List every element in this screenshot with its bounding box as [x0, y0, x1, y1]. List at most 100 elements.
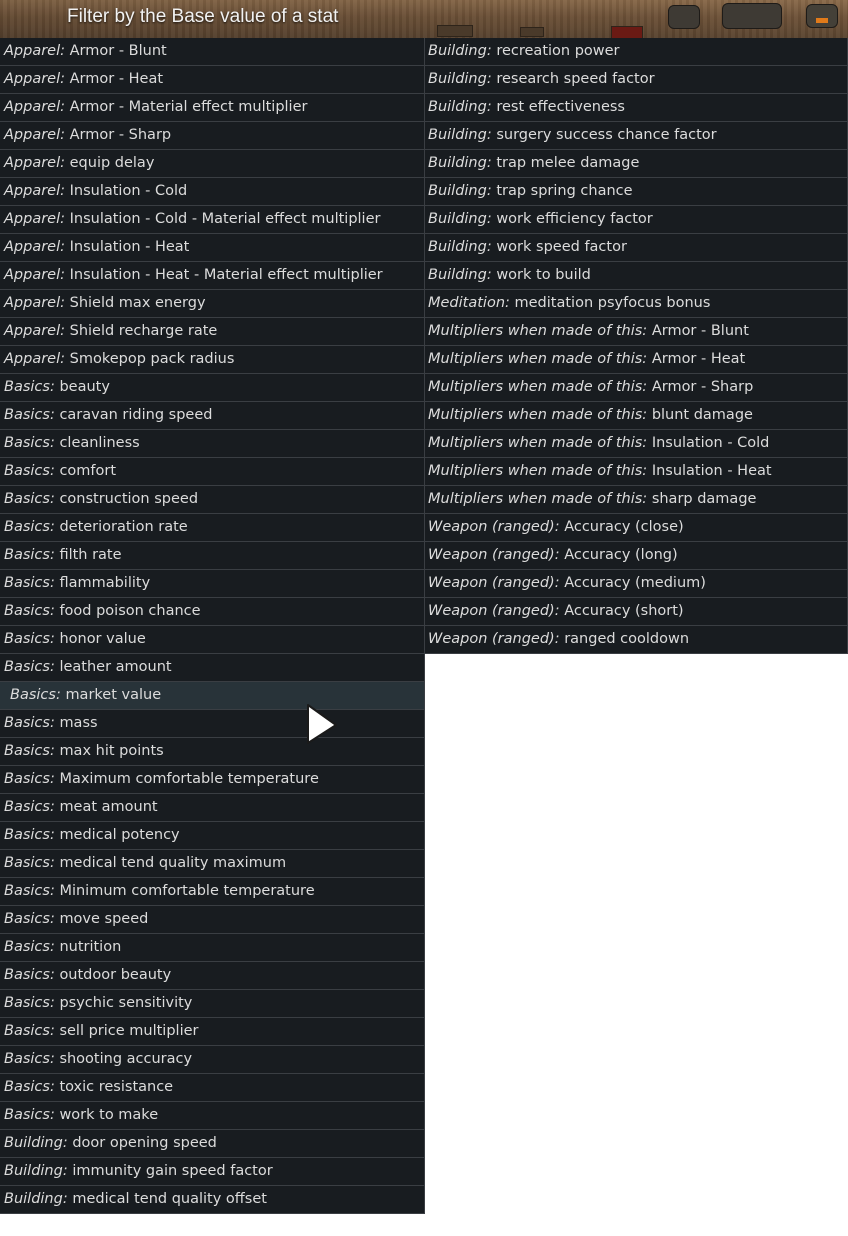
stat-option[interactable]: Multipliers when made of this: blunt dam…	[425, 402, 848, 430]
stat-option[interactable]: Apparel: Shield max energy	[0, 290, 425, 318]
stat-option[interactable]: Basics: deterioration rate	[0, 514, 425, 542]
stat-option[interactable]: Basics: sell price multiplier	[0, 1018, 425, 1046]
stat-option[interactable]: Basics: construction speed	[0, 486, 425, 514]
stat-name: toxic resistance	[59, 1079, 174, 1095]
stat-option[interactable]: Multipliers when made of this: Armor - B…	[425, 318, 848, 346]
stat-option[interactable]: Building: work speed factor	[425, 234, 848, 262]
stat-option[interactable]: Basics: cleanliness	[0, 430, 425, 458]
stat-option[interactable]: Basics: medical tend quality maximum	[0, 850, 425, 878]
stat-option[interactable]: Basics: Minimum comfortable temperature	[0, 878, 425, 906]
stat-option[interactable]: Multipliers when made of this: Insulatio…	[425, 430, 848, 458]
stat-option[interactable]: Basics: medical potency	[0, 822, 425, 850]
stat-category: Building:	[428, 71, 492, 87]
stat-category: Meditation:	[428, 295, 510, 311]
stat-option[interactable]: Apparel: Insulation - Cold - Material ef…	[0, 206, 425, 234]
stat-option[interactable]: Basics: comfort	[0, 458, 425, 486]
stat-option[interactable]: Basics: nutrition	[0, 934, 425, 962]
stat-option[interactable]: Weapon (ranged): ranged cooldown	[425, 626, 848, 654]
colonist-icon[interactable]	[668, 5, 700, 29]
stat-option[interactable]: Basics: work to make	[0, 1102, 425, 1130]
stat-option[interactable]: Building: trap spring chance	[425, 178, 848, 206]
stat-name: construction speed	[59, 491, 199, 507]
stat-option[interactable]: Basics: caravan riding speed	[0, 402, 425, 430]
stat-option[interactable]: Apparel: Smokepop pack radius	[0, 346, 425, 374]
stat-option[interactable]: Basics: flammability	[0, 570, 425, 598]
stat-name: Insulation - Heat	[651, 463, 772, 479]
stat-option[interactable]: Basics: leather amount	[0, 654, 425, 682]
building-sprite	[611, 26, 643, 38]
stat-option[interactable]: Basics: outdoor beauty	[0, 962, 425, 990]
stat-option[interactable]: Basics: Maximum comfortable temperature	[0, 766, 425, 794]
stat-option[interactable]: Building: work efficiency factor	[425, 206, 848, 234]
stat-option[interactable]: Weapon (ranged): Accuracy (medium)	[425, 570, 848, 598]
stat-name: medical potency	[59, 827, 180, 843]
stat-name: move speed	[59, 911, 149, 927]
stat-option[interactable]: Multipliers when made of this: Insulatio…	[425, 458, 848, 486]
stat-option[interactable]: Apparel: Insulation - Heat - Material ef…	[0, 262, 425, 290]
stat-name: leather amount	[59, 659, 172, 675]
stat-category: Building:	[428, 183, 492, 199]
stat-option[interactable]: Building: work to build	[425, 262, 848, 290]
stat-name: mass	[59, 715, 98, 731]
stat-option[interactable]: Apparel: Shield recharge rate	[0, 318, 425, 346]
stat-category: Basics:	[4, 827, 55, 843]
stat-option[interactable]: Multipliers when made of this: Armor - S…	[425, 374, 848, 402]
stat-option[interactable]: Weapon (ranged): Accuracy (long)	[425, 542, 848, 570]
stat-option[interactable]: Basics: max hit points	[0, 738, 425, 766]
stat-category: Multipliers when made of this:	[428, 407, 648, 423]
stat-option[interactable]: Building: recreation power	[425, 38, 848, 66]
stat-list-left: Apparel: Armor - Blunt Apparel: Armor - H…	[0, 38, 425, 1214]
colony-icon[interactable]	[806, 4, 838, 28]
stat-name: Smokepop pack radius	[69, 351, 235, 367]
stat-option[interactable]: Weapon (ranged): Accuracy (close)	[425, 514, 848, 542]
stat-category: Apparel:	[4, 155, 66, 171]
stat-option[interactable]: Basics: filth rate	[0, 542, 425, 570]
stat-option[interactable]: Weapon (ranged): Accuracy (short)	[425, 598, 848, 626]
stat-name: equip delay	[69, 155, 155, 171]
stat-option[interactable]: Apparel: Insulation - Heat	[0, 234, 425, 262]
stat-option[interactable]: Building: trap melee damage	[425, 150, 848, 178]
stat-category: Weapon (ranged):	[428, 603, 560, 619]
stat-name: outdoor beauty	[59, 967, 172, 983]
stat-category: Apparel:	[4, 71, 66, 87]
stat-name: comfort	[59, 463, 117, 479]
stat-category: Basics:	[4, 995, 55, 1011]
stat-option[interactable]: Building: rest effectiveness	[425, 94, 848, 122]
stat-option[interactable]: Building: immunity gain speed factor	[0, 1158, 425, 1186]
stat-option[interactable]: Apparel: Armor - Sharp	[0, 122, 425, 150]
stat-option[interactable]: Apparel: Armor - Heat	[0, 66, 425, 94]
stat-option[interactable]: Basics: psychic sensitivity	[0, 990, 425, 1018]
bed-icon[interactable]	[722, 3, 782, 29]
stat-category: Apparel:	[4, 351, 66, 367]
stat-option[interactable]: Basics: mass	[0, 710, 425, 738]
stat-category: Weapon (ranged):	[428, 519, 560, 535]
stat-option[interactable]: Basics: market value	[0, 682, 425, 710]
stat-option[interactable]: Basics: move speed	[0, 906, 425, 934]
stat-name: Armor - Blunt	[69, 43, 167, 59]
stat-category: Building:	[428, 43, 492, 59]
stat-option[interactable]: Building: research speed factor	[425, 66, 848, 94]
stat-option[interactable]: Building: surgery success chance factor	[425, 122, 848, 150]
stat-category: Multipliers when made of this:	[428, 435, 648, 451]
stat-category: Basics:	[4, 883, 55, 899]
stat-category: Apparel:	[4, 127, 66, 143]
stat-option[interactable]: Multipliers when made of this: Armor - H…	[425, 346, 848, 374]
stat-option[interactable]: Apparel: Armor - Material effect multipl…	[0, 94, 425, 122]
stat-option[interactable]: Multipliers when made of this: sharp dam…	[425, 486, 848, 514]
stat-list-right: Building: recreation power Building: rese…	[425, 38, 848, 654]
stat-option[interactable]: Apparel: equip delay	[0, 150, 425, 178]
stat-option[interactable]: Apparel: Armor - Blunt	[0, 38, 425, 66]
stat-name: Armor - Sharp	[69, 127, 172, 143]
stat-option[interactable]: Meditation: meditation psyfocus bonus	[425, 290, 848, 318]
stat-option[interactable]: Basics: shooting accuracy	[0, 1046, 425, 1074]
stat-option[interactable]: Apparel: Insulation - Cold	[0, 178, 425, 206]
stat-option[interactable]: Basics: beauty	[0, 374, 425, 402]
stat-option[interactable]: Basics: meat amount	[0, 794, 425, 822]
stat-option[interactable]: Building: door opening speed	[0, 1130, 425, 1158]
stat-option[interactable]: Building: medical tend quality offset	[0, 1186, 425, 1214]
stat-option[interactable]: Basics: toxic resistance	[0, 1074, 425, 1102]
stat-option[interactable]: Basics: food poison chance	[0, 598, 425, 626]
stat-category: Multipliers when made of this:	[428, 351, 648, 367]
stat-option[interactable]: Basics: honor value	[0, 626, 425, 654]
stat-name: door opening speed	[72, 1135, 217, 1151]
